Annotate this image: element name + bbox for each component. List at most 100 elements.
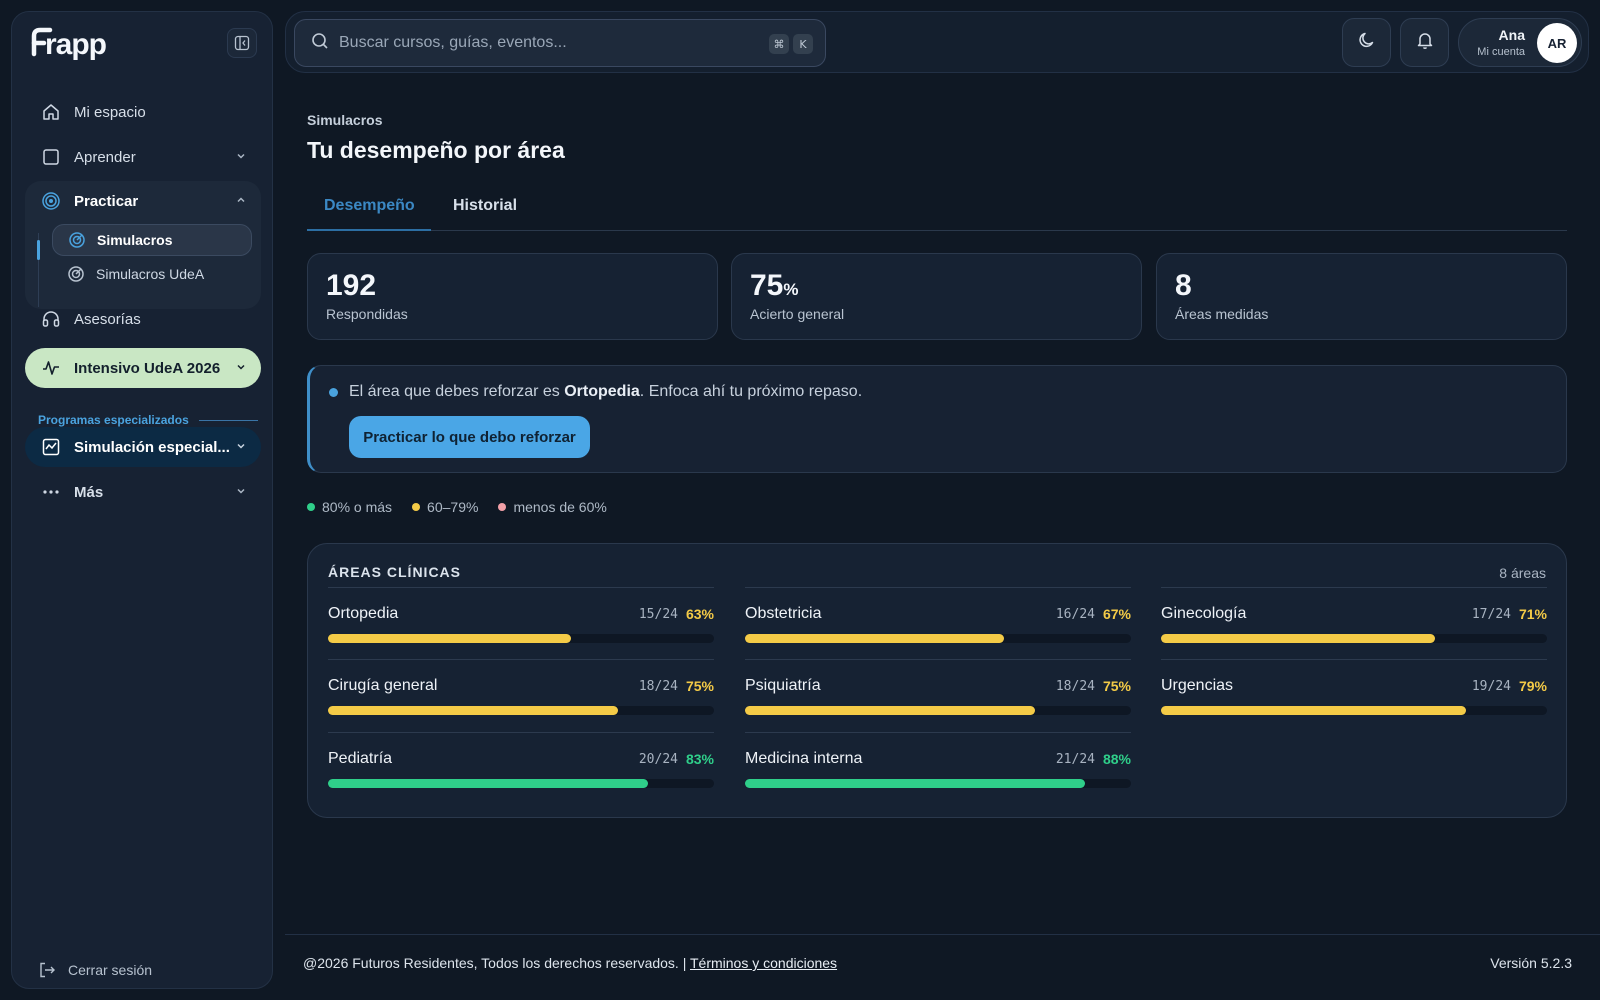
theme-toggle-button[interactable]	[1342, 18, 1391, 67]
sidebar-collapse-icon	[234, 35, 250, 51]
practice-weak-area-button[interactable]: Practicar lo que debo reforzar	[349, 416, 590, 458]
area-progress-fill	[745, 706, 1035, 715]
alert-area: Ortopedia	[564, 383, 640, 400]
sidebar-item-mas[interactable]: Más	[25, 472, 261, 512]
avatar[interactable]: AR	[1537, 23, 1577, 63]
area-fraction: 19/24	[1471, 679, 1511, 694]
sidebar-item-aprender[interactable]: Aprender	[25, 137, 261, 177]
collapse-sidebar-button[interactable]	[227, 28, 257, 58]
svg-text:rapp: rapp	[45, 28, 107, 61]
activity-icon	[40, 357, 62, 379]
sidebar-item-mi-espacio[interactable]: Mi espacio	[25, 92, 261, 132]
search-input[interactable]	[339, 34, 749, 52]
chevron-down-icon	[235, 149, 247, 166]
area-row: Ginecología 17/24 71%	[1161, 587, 1547, 659]
legend-item: 80% o más	[307, 499, 392, 515]
tab-desempeno[interactable]: Desempeño	[324, 197, 415, 215]
area-name: Ginecología	[1161, 605, 1247, 622]
area-name: Medicina interna	[745, 750, 863, 767]
legend-item: 60–79%	[412, 499, 478, 515]
area-percent: 63%	[685, 606, 714, 622]
legend-dot-green	[307, 503, 315, 511]
sidebar-item-intensivo-udea[interactable]: Intensivo UdeA 2026	[25, 348, 261, 388]
book-icon	[40, 146, 62, 168]
tabs: Desempeño Historial	[307, 185, 1567, 231]
sidebar-subitem-label: Simulacros UdeA	[96, 266, 205, 282]
more-horizontal-icon	[40, 481, 62, 503]
chevron-down-icon	[235, 484, 247, 501]
logout-icon	[38, 961, 56, 979]
active-tab-underline	[307, 229, 431, 231]
legend-dot-pink	[498, 503, 507, 511]
footer: @2026 Futuros Residentes, Todos los dere…	[285, 934, 1600, 1000]
area-row: Psiquiatría 18/24 75%	[745, 659, 1131, 731]
terms-link[interactable]: Términos y condiciones	[690, 955, 837, 971]
stat-card-acierto: 75% Acierto general	[731, 253, 1142, 340]
chevron-up-icon	[235, 193, 247, 210]
stat-label: Áreas medidas	[1175, 306, 1269, 322]
legend-item: menos de 60%	[498, 499, 607, 515]
area-row: Medicina interna 21/24 88%	[745, 732, 1131, 804]
sidebar-item-label: Aprender	[74, 148, 136, 166]
sidebar-item-label: Asesorías	[74, 310, 141, 328]
sidebar-item-simulacion-especial[interactable]: Simulación especial...	[25, 427, 261, 467]
sidebar-item-practicar[interactable]: Practicar	[25, 181, 261, 221]
area-percent: 67%	[1102, 606, 1131, 622]
stat-label: Acierto general	[750, 306, 845, 322]
page-eyebrow: Simulacros	[307, 112, 383, 128]
area-fraction: 21/24	[1055, 752, 1095, 767]
sidebar: rapp Mi espacio Aprender Practicar Simul…	[11, 11, 273, 989]
area-row: Cirugía general 18/24 75%	[328, 659, 714, 731]
search-box[interactable]: ⌘ K	[294, 19, 826, 67]
area-percent: 88%	[1102, 751, 1131, 767]
area-name: Obstetricia	[745, 605, 822, 622]
sidebar-item-label: Mi espacio	[74, 103, 146, 121]
area-percent: 83%	[685, 751, 714, 767]
sidebar-subitem-label: Simulacros	[97, 232, 173, 248]
sidebar-subitem-simulacros[interactable]: Simulacros	[52, 224, 252, 256]
top-bar: ⌘ K Ana Mi cuenta AR	[285, 11, 1589, 73]
area-row: Ortopedia 15/24 63%	[328, 587, 714, 659]
section-label-programas: Programas especializados	[38, 413, 258, 427]
alert-message: El área que debes reforzar es Ortopedia.…	[349, 383, 863, 400]
stat-value: 192	[326, 269, 377, 302]
legend-dot-yellow	[412, 503, 421, 511]
shortcut-key-cmd: ⌘	[769, 34, 789, 54]
sidebar-subitem-simulacros-udea[interactable]: Simulacros UdeA	[52, 258, 252, 290]
sidebar-item-asesorias[interactable]: Asesorías	[25, 299, 261, 339]
area-name: Urgencias	[1161, 677, 1234, 694]
tab-historial[interactable]: Historial	[453, 197, 517, 215]
account-menu[interactable]: Ana Mi cuenta AR	[1458, 18, 1582, 67]
brand-logo[interactable]: rapp	[30, 24, 126, 73]
stat-value: 8	[1175, 269, 1192, 302]
area-percent: 75%	[1102, 678, 1131, 694]
focus-alert: El área que debes reforzar es Ortopedia.…	[307, 365, 1567, 473]
area-progress-track	[1161, 634, 1547, 643]
stat-card-areas: 8 Áreas medidas	[1156, 253, 1567, 340]
area-progress-track	[328, 706, 714, 715]
area-progress-fill	[328, 706, 618, 715]
gauge-icon	[68, 231, 86, 249]
notifications-button[interactable]	[1400, 18, 1449, 67]
account-subtitle: Mi cuenta	[1477, 46, 1525, 58]
sidebar-item-label: Practicar	[74, 192, 139, 210]
clinical-areas-panel: ÁREAS CLÍNICAS 8 áreas Ortopedia 15/24 6…	[307, 543, 1567, 818]
area-percent: 71%	[1518, 606, 1547, 622]
area-name: Pediatría	[328, 750, 393, 767]
chart-icon	[40, 436, 62, 458]
area-name: Cirugía general	[328, 677, 438, 694]
alert-dot	[329, 388, 338, 397]
stat-suffix: %	[783, 280, 799, 299]
area-row: Urgencias 19/24 79%	[1161, 659, 1547, 731]
moon-icon	[1357, 30, 1377, 55]
page-title: Tu desempeño por área	[307, 137, 565, 163]
logout-button[interactable]: Cerrar sesión	[38, 961, 152, 979]
account-name: Ana	[1498, 27, 1525, 43]
area-name: Ortopedia	[328, 605, 399, 622]
area-progress-fill	[1161, 706, 1466, 715]
area-name: Psiquiatría	[745, 677, 821, 694]
areas-title: ÁREAS CLÍNICAS	[328, 564, 462, 580]
area-fraction: 15/24	[638, 607, 678, 622]
sidebar-item-label: Intensivo UdeA 2026	[74, 359, 221, 377]
area-fraction: 20/24	[638, 752, 678, 767]
